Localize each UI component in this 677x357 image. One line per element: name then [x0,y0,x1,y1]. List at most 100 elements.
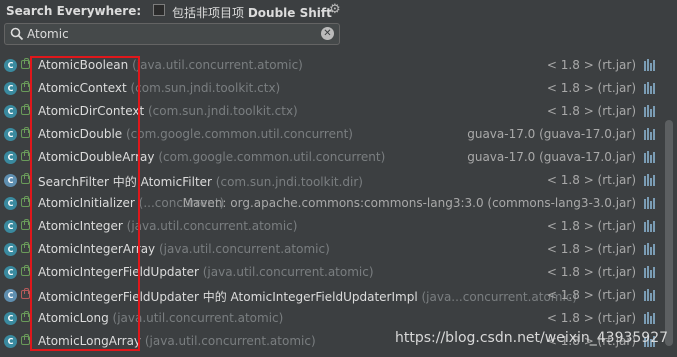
class-name: AtomicIntegerArray [38,242,156,256]
class-name: AtomicIntegerFieldUpdater [38,265,199,279]
class-name: AtomicLong [38,311,109,325]
library-label: Maven: org.apache.commons:commons-lang3:… [182,196,636,210]
library-icon [644,220,656,232]
inner-class-icon: C [4,289,17,302]
result-row[interactable]: C AtomicDouble (com.google.common.util.co… [0,123,664,146]
watermark-text: https://blog.csdn.net/weixin_43935927 [395,330,669,346]
class-name: AtomicBoolean [38,58,129,72]
result-name: AtomicIntegerFieldUpdater (java.util.con… [38,265,374,279]
result-name: AtomicInteger (java.util.concurrent.atom… [38,219,297,233]
search-box[interactable]: ✕ [4,23,340,45]
library-label: < 1.8 > (rt.jar) [546,242,636,256]
result-name: AtomicIntegerArray (java.util.concurrent… [38,242,330,256]
public-lock-icon [21,334,30,345]
package-name: (java.util.concurrent.atomic) [128,58,303,72]
include-non-project-checkbox[interactable] [153,4,165,16]
class-name: AtomicInteger [38,219,123,233]
public-lock-icon [21,265,30,276]
class-icon: C [4,82,17,95]
library-icon [644,197,656,209]
result-name: AtomicDirContext (com.sun.jndi.toolkit.c… [38,104,298,118]
public-lock-icon [21,127,30,138]
package-name: (java.util.concurrent.atomic) [198,265,374,279]
class-name: AtomicLongArray [38,334,142,348]
include-non-project-label[interactable]: 包括非项目项 Double Shift [172,4,332,21]
result-row[interactable]: C AtomicDirContext (com.sun.jndi.toolkit.… [0,100,664,123]
result-name: AtomicBoolean (java.util.concurrent.atom… [38,58,303,72]
library-label: guava-17.0 (guava-17.0.jar) [467,150,636,164]
result-row[interactable]: C AtomicLong (java.util.concurrent.atomic… [0,307,664,330]
class-name: AtomicDoubleArray [38,150,155,164]
library-icon [644,243,656,255]
public-lock-icon [21,173,30,184]
package-name: (com.sun.jndi.toolkit.ctx) [126,81,281,95]
result-row[interactable]: C AtomicInteger (java.util.concurrent.ato… [0,215,664,238]
result-row[interactable]: C AtomicIntegerFieldUpdater 中的 AtomicInte… [0,284,664,307]
class-name: AtomicContext [38,81,127,95]
result-row[interactable]: C SearchFilter 中的 AtomicFilter (com.sun.j… [0,169,664,192]
public-lock-icon [21,311,30,322]
package-name: (java.util.concurrent.atomic) [141,334,316,348]
library-icon [644,289,656,301]
library-label: guava-17.0 (guava-17.0.jar) [467,127,636,141]
library-label: < 1.8 > (rt.jar) [546,173,636,187]
class-icon: C [4,151,17,164]
result-row[interactable]: C AtomicContext (com.sun.jndi.toolkit.ctx… [0,77,664,100]
inner-class-icon: C [4,174,17,187]
class-name: SearchFilter 中的 AtomicFilter [38,175,212,189]
result-name: AtomicIntegerFieldUpdater 中的 AtomicInteg… [38,288,577,305]
class-name: AtomicIntegerFieldUpdater 中的 AtomicInteg… [38,290,418,304]
library-icon [644,174,656,186]
package-name: (com.sun.jndi.toolkit.dir) [211,175,363,189]
search-header: Search Everywhere: 包括非项目项 Double Shift ⚙ [0,0,345,22]
result-name: AtomicLong (java.util.concurrent.atomic) [38,311,283,325]
library-icon [644,312,656,324]
search-icon [10,27,24,41]
result-row[interactable]: C AtomicIntegerArray (java.util.concurren… [0,238,664,261]
library-label: < 1.8 > (rt.jar) [546,58,636,72]
class-icon: C [4,197,17,210]
public-lock-icon [21,150,30,161]
class-icon: C [4,105,17,118]
library-label: < 1.8 > (rt.jar) [546,311,636,325]
library-label: < 1.8 > (rt.jar) [546,81,636,95]
class-name: AtomicInitializer [38,196,135,210]
library-icon [644,59,656,71]
library-label: < 1.8 > (rt.jar) [546,219,636,233]
public-lock-icon [21,81,30,92]
public-lock-icon [21,58,30,69]
package-name: (java.util.concurrent.atomic) [122,219,298,233]
result-name: AtomicContext (com.sun.jndi.toolkit.ctx) [38,81,280,95]
class-name: AtomicDouble [38,127,123,141]
library-label: < 1.8 > (rt.jar) [546,288,636,302]
result-name: AtomicLongArray (java.util.concurrent.at… [38,334,316,348]
gear-icon[interactable]: ⚙ [329,2,341,17]
package-name: (com.google.common.util.concurrent) [122,127,353,141]
library-label: < 1.8 > (rt.jar) [546,104,636,118]
package-name: (com.google.common.util.concurrent) [154,150,386,164]
library-icon [644,266,656,278]
package-name: (java.util.concurrent.atomic) [155,242,330,256]
result-row[interactable]: C AtomicIntegerFieldUpdater (java.util.co… [0,261,664,284]
scrollbar-thumb[interactable] [665,120,673,346]
public-lock-icon [21,219,30,230]
class-icon: C [4,128,17,141]
result-name: SearchFilter 中的 AtomicFilter (com.sun.jn… [38,173,363,190]
library-label: < 1.8 > (rt.jar) [546,265,636,279]
class-icon: C [4,335,17,348]
private-lock-icon [21,288,30,299]
public-lock-icon [21,196,30,207]
result-row[interactable]: C AtomicBoolean (java.util.concurrent.ato… [0,54,664,77]
class-icon: C [4,243,17,256]
result-name: AtomicDouble (com.google.common.util.con… [38,127,353,141]
search-input[interactable] [27,24,317,44]
result-row[interactable]: C AtomicInitializer (...concurrent) Maven:… [0,192,664,215]
results-list: C AtomicBoolean (java.util.concurrent.ato… [0,54,677,357]
package-name: (com.sun.jndi.toolkit.ctx) [144,104,298,118]
library-icon [644,151,656,163]
library-icon [644,105,656,117]
library-icon [644,82,656,94]
clear-search-icon[interactable]: ✕ [321,27,334,40]
public-lock-icon [21,242,30,253]
result-row[interactable]: C AtomicDoubleArray (com.google.common.ut… [0,146,664,169]
